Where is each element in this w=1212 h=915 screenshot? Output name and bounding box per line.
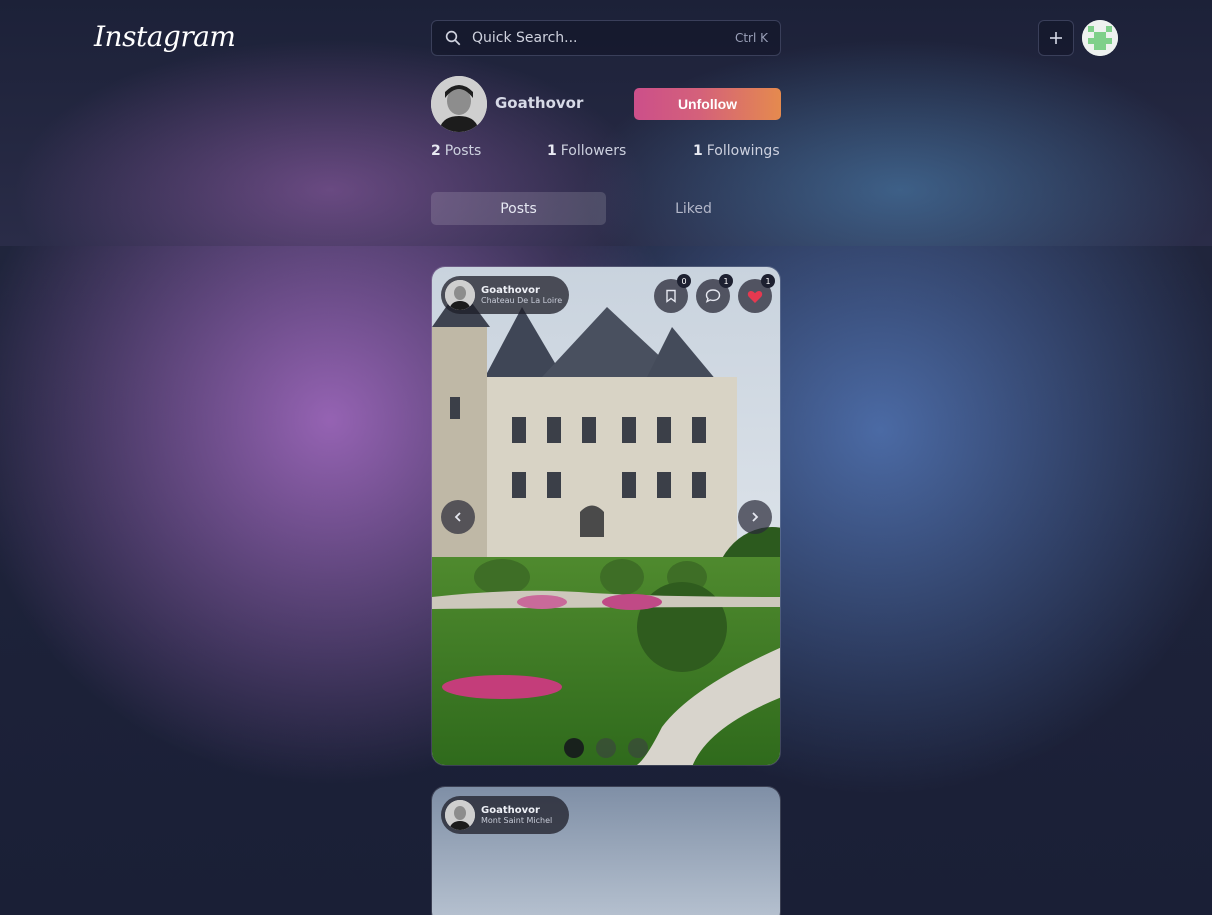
tab-posts[interactable]: Posts [431, 192, 606, 225]
quick-search[interactable]: Ctrl K [431, 20, 781, 56]
save-button[interactable]: 0 [654, 274, 691, 313]
post-author-name: Goathovor [481, 285, 540, 296]
previous-slide-button[interactable] [441, 500, 475, 534]
followings-count-stat[interactable]: 1 Followings [693, 143, 780, 159]
search-icon [445, 30, 461, 46]
slide-indicators [432, 738, 780, 758]
comment-button[interactable]: 1 [696, 274, 733, 313]
add-post-button[interactable] [1038, 20, 1074, 56]
author-avatar [445, 280, 475, 310]
current-user-avatar[interactable] [1082, 20, 1118, 56]
profile-avatar[interactable] [431, 76, 487, 132]
post-author-name: Goathovor [481, 805, 540, 816]
followers-count-stat[interactable]: 1 Followers [547, 143, 626, 159]
slide-dot[interactable] [628, 738, 648, 758]
next-slide-button[interactable] [738, 500, 772, 534]
search-input[interactable] [472, 30, 735, 46]
saves-count-badge: 0 [677, 274, 691, 288]
tab-liked[interactable]: Liked [606, 192, 781, 225]
heart-icon [747, 290, 763, 303]
post-card: Goathovor Mont Saint Michel [431, 786, 781, 915]
bookmark-icon [666, 289, 676, 303]
slide-dot[interactable] [596, 738, 616, 758]
profile-username[interactable]: Goathovor [495, 94, 583, 112]
posts-count-stat: 2 Posts [431, 143, 482, 159]
like-button[interactable]: 1 [738, 274, 775, 313]
instagram-logo[interactable]: Instagram [94, 20, 236, 53]
comment-icon [705, 289, 721, 303]
post-author-chip[interactable]: Goathovor Chateau De La Loire [441, 276, 569, 314]
profile-photo [431, 76, 487, 132]
comments-count-badge: 1 [719, 274, 733, 288]
post-location: Chateau De La Loire [481, 296, 563, 305]
chevron-left-icon [454, 512, 461, 522]
likes-count-badge: 1 [761, 274, 775, 288]
identicon-image [1082, 20, 1118, 56]
plus-icon [1050, 32, 1062, 44]
post-location: Mont Saint Michel [481, 816, 553, 825]
slide-dot[interactable] [564, 738, 584, 758]
unfollow-button[interactable]: Unfollow [634, 88, 781, 120]
profile-tabs: Posts Liked [431, 192, 781, 225]
chevron-right-icon [752, 512, 759, 522]
post-card: Goathovor Chateau De La Loire 0 1 1 [431, 266, 781, 766]
post-author-chip[interactable]: Goathovor Mont Saint Michel [441, 796, 569, 834]
search-shortcut: Ctrl K [734, 31, 768, 45]
author-avatar [445, 800, 475, 830]
post-photo-chateau [432, 267, 780, 765]
